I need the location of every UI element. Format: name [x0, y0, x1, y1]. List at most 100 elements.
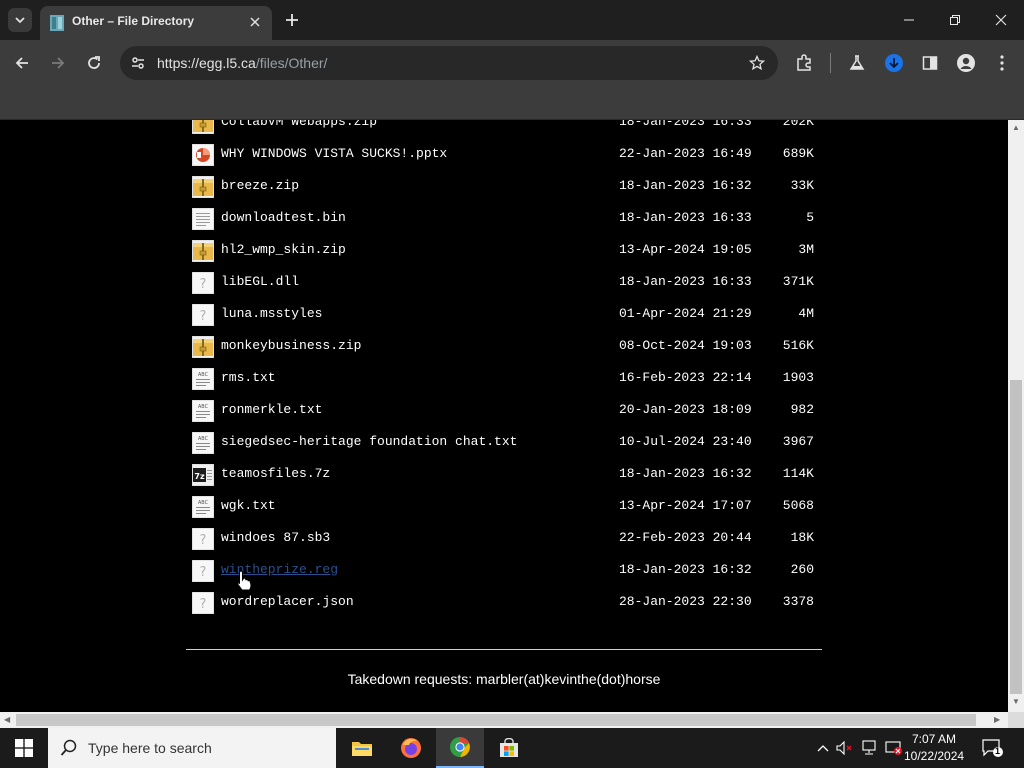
minimize-icon [904, 19, 914, 21]
file-link[interactable]: rms.txt [221, 370, 276, 385]
file-row: ? windoes 87.sb3 22-Feb-2023 20:44 18K [191, 523, 832, 555]
scroll-right-arrow[interactable]: ▶ [994, 716, 1000, 724]
file-link[interactable]: wgk.txt [221, 498, 276, 513]
file-link[interactable]: wordreplacer.json [221, 594, 354, 609]
side-panel-icon [922, 56, 938, 70]
file-date: 22-Feb-2023 20:44 [619, 530, 752, 545]
file-link[interactable]: siegedsec-heritage foundation chat.txt [221, 434, 517, 449]
scroll-left-arrow[interactable]: ◀ [4, 716, 10, 724]
file-link[interactable]: windoes 87.sb3 [221, 530, 330, 545]
text-file-icon: ABC [191, 431, 215, 455]
store-taskbar-button[interactable] [485, 728, 533, 768]
menu-button[interactable] [990, 51, 1014, 75]
file-size: 114K [782, 466, 814, 481]
svg-text:ABC: ABC [198, 436, 209, 442]
scroll-down-arrow[interactable]: ▼ [1012, 698, 1020, 706]
tab-active[interactable]: Other – File Directory [40, 6, 272, 40]
firefox-taskbar-button[interactable] [387, 728, 435, 768]
address-bar[interactable]: https://egg.l5.ca/files/Other/ [120, 46, 778, 80]
new-tab-button[interactable] [282, 10, 302, 30]
svg-text:ABC: ABC [198, 372, 209, 378]
text-file-icon: ABC [191, 399, 215, 423]
horizontal-scrollbar[interactable]: ◀ ▶ [0, 712, 1008, 728]
file-link[interactable]: downloadtest.bin [221, 210, 346, 225]
download-icon [885, 54, 903, 72]
back-button[interactable] [10, 51, 34, 75]
chrome-taskbar-button[interactable] [436, 728, 484, 768]
side-panel-button[interactable] [918, 51, 942, 75]
taskbar-search-box[interactable]: Type here to search [48, 728, 336, 768]
file-date: 10-Jul-2024 23:40 [619, 434, 752, 449]
bookmark-star-button[interactable] [746, 52, 768, 74]
reload-button[interactable] [82, 51, 106, 75]
battery-saver-button[interactable] [885, 739, 903, 757]
horizontal-scrollbar-thumb[interactable] [16, 714, 976, 726]
file-date: 18-Jan-2023 16:33 [619, 210, 752, 225]
site-info-button[interactable] [126, 51, 150, 75]
url-text: https://egg.l5.ca/files/Other/ [157, 55, 327, 71]
file-size: 18K [790, 530, 814, 545]
volume-button[interactable] [836, 739, 854, 757]
presentation-icon [191, 143, 215, 167]
profile-button[interactable] [954, 51, 978, 75]
svg-text:?: ? [200, 565, 207, 580]
browser-toolbar: https://egg.l5.ca/files/Other/ [0, 40, 1024, 86]
file-link[interactable]: hl2_wmp_skin.zip [221, 242, 346, 257]
scrollbar-corner [1008, 712, 1024, 728]
vertical-scrollbar-thumb[interactable] [1010, 380, 1022, 694]
file-link[interactable]: ronmerkle.txt [221, 402, 322, 417]
file-date: 16-Feb-2023 22:14 [619, 370, 752, 385]
text-file-icon: ABC [191, 495, 215, 519]
file-link[interactable]: CollabVM Webapps.zip [221, 120, 377, 129]
file-row: CollabVM Webapps.zip 18-Jan-2023 16:33 202… [191, 120, 832, 139]
footer-divider [186, 649, 822, 650]
search-icon [60, 739, 77, 756]
file-link[interactable]: libEGL.dll [221, 274, 299, 289]
tab-close-button[interactable] [246, 13, 264, 31]
file-date: 13-Apr-2024 19:05 [619, 242, 752, 257]
svg-text:?: ? [200, 277, 207, 292]
tab-search-button[interactable] [8, 8, 32, 32]
file-date: 13-Apr-2024 17:07 [619, 498, 752, 513]
labs-button[interactable] [845, 51, 869, 75]
vertical-scrollbar[interactable]: ▲ ▼ [1008, 120, 1024, 712]
file-link[interactable]: WHY WINDOWS VISTA SUCKS!.pptx [221, 146, 447, 161]
svg-text:?: ? [200, 597, 207, 612]
chevron-up-icon [817, 745, 829, 752]
downloads-button[interactable] [882, 51, 906, 75]
file-link[interactable]: teamosfiles.7z [221, 466, 330, 481]
puzzle-icon [797, 54, 811, 71]
extensions-button[interactable] [792, 51, 816, 75]
restore-button[interactable] [932, 0, 978, 40]
file-row: ? wordreplacer.json 28-Jan-2023 22:30 3378 [191, 587, 832, 619]
file-size: 4M [798, 306, 814, 321]
forward-button[interactable] [46, 51, 70, 75]
scroll-up-arrow[interactable]: ▲ [1012, 124, 1020, 132]
file-size: 689K [782, 146, 814, 161]
minimize-button[interactable] [886, 0, 932, 40]
chevron-down-icon [15, 17, 25, 24]
file-row: ABC ronmerkle.txt 20-Jan-2023 18:09 982 [191, 395, 832, 427]
chrome-icon [450, 737, 470, 757]
show-hidden-icons-button[interactable] [814, 739, 832, 757]
url-host: https://egg.l5.ca [157, 55, 256, 71]
start-button[interactable] [0, 728, 48, 768]
hand-cursor-icon [237, 570, 252, 591]
notification-center-button[interactable]: 1 [980, 736, 1004, 760]
unknown-file-icon: ? [191, 591, 215, 615]
arrow-right-icon [52, 57, 65, 69]
file-link[interactable]: breeze.zip [221, 178, 299, 193]
file-link[interactable]: luna.msstyles [221, 306, 322, 321]
page-content: CollabVM Webapps.zip 18-Jan-2023 16:33 202… [0, 120, 1008, 712]
network-button[interactable] [861, 739, 879, 757]
file-date: 28-Jan-2023 22:30 [619, 594, 752, 609]
svg-text:?: ? [200, 533, 207, 548]
system-clock[interactable]: 7:07 AM 10/22/2024 [904, 731, 964, 765]
file-link[interactable]: monkeybusiness.zip [221, 338, 361, 353]
file-date: 18-Jan-2023 16:32 [619, 562, 752, 577]
close-window-button[interactable] [978, 0, 1024, 40]
url-path: /files/Other/ [255, 55, 328, 71]
file-size: 1903 [782, 370, 814, 385]
file-row: breeze.zip 18-Jan-2023 16:32 33K [191, 171, 832, 203]
file-explorer-taskbar-button[interactable] [338, 728, 386, 768]
